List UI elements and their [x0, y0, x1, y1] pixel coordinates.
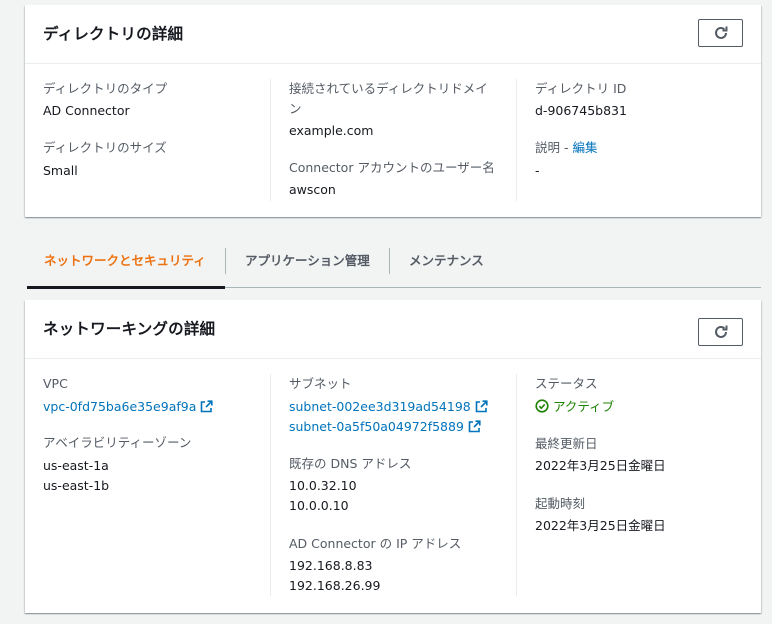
tab-label: メンテナンス — [409, 253, 484, 268]
panel-header: ネットワーキングの詳細 — [25, 300, 761, 359]
refresh-button[interactable] — [698, 19, 743, 47]
dns-address-label: 既存の DNS アドレス — [289, 456, 412, 471]
status-indicator: アクティブ — [535, 397, 614, 417]
subnet-link-text: subnet-0a5f50a04972f5889 — [289, 419, 464, 434]
vpc-link[interactable]: vpc-0fd75ba6e35e9af9a — [43, 397, 213, 417]
connected-domain-label-cont: ン — [289, 101, 302, 116]
ip-address-value: 192.168.26.99 — [289, 578, 381, 593]
connector-account-value: awscon — [289, 182, 336, 197]
directory-size-value: Small — [43, 163, 78, 178]
availability-zone-value: us-east-1a — [43, 458, 109, 473]
subnet-link-text: subnet-002ee3d319ad54198 — [289, 399, 471, 414]
launch-time-value: 2022年3月25日金曜日 — [535, 518, 666, 533]
tab-label: ネットワークとセキュリティ — [44, 253, 206, 268]
subnet-link[interactable]: subnet-0a5f50a04972f5889 — [289, 417, 481, 437]
networking-details-panel: ネットワーキングの詳細 VPC vpc-0fd75ba6e35e9af9a アベ… — [25, 300, 761, 613]
subnet-link[interactable]: subnet-002ee3d319ad54198 — [289, 397, 488, 417]
last-updated-value: 2022年3月25日金曜日 — [535, 458, 666, 473]
column-divider — [516, 79, 517, 201]
tab-bar: ネットワークとセキュリティ アプリケーション管理 メンテナンス — [27, 244, 761, 289]
vpc-link-text: vpc-0fd75ba6e35e9af9a — [43, 399, 197, 414]
column-divider — [270, 79, 271, 201]
directory-details-panel: ディレクトリの詳細 ディレクトリのタイプ AD Connector ディレクトリ… — [25, 5, 761, 217]
connector-account-label: Connector アカウントのユーザー名 — [289, 160, 495, 175]
ip-address-value: 192.168.8.83 — [289, 558, 373, 573]
external-link-icon — [475, 400, 488, 413]
status-label: ステータス — [535, 376, 598, 391]
directory-type-label: ディレクトリのタイプ — [43, 81, 168, 96]
connected-domain-value: example.com — [289, 123, 374, 138]
refresh-icon — [714, 26, 727, 39]
last-updated-label: 最終更新日 — [535, 436, 598, 451]
ip-address-label: AD Connector の IP アドレス — [289, 536, 462, 551]
subnet-label: サブネット — [289, 376, 352, 391]
active-tab-indicator — [27, 286, 225, 289]
dns-address-value: 10.0.32.10 — [289, 478, 357, 493]
status-value: アクティブ — [553, 399, 615, 414]
directory-id-value: d-906745b831 — [535, 103, 627, 118]
description-label: 説明 - 編集 — [535, 138, 597, 158]
refresh-icon — [714, 325, 727, 338]
directory-id-label: ディレクトリ ID — [535, 81, 627, 96]
tab-maintenance[interactable]: メンテナンス — [390, 244, 510, 287]
availability-zone-label: アベイラビリティーゾーン — [43, 435, 192, 450]
directory-size-label: ディレクトリのサイズ — [43, 140, 167, 155]
connected-domain-label: 接続されているディレクトリドメイ — [289, 81, 488, 96]
panel-title: ディレクトリの詳細 — [43, 25, 184, 43]
availability-zone-value: us-east-1b — [43, 478, 110, 493]
vpc-label: VPC — [43, 376, 68, 391]
status-ok-icon — [535, 399, 549, 413]
panel-header: ディレクトリの詳細 — [25, 5, 761, 64]
edit-description-link[interactable]: 編集 — [572, 140, 597, 155]
column-divider — [270, 374, 271, 596]
tab-network-security[interactable]: ネットワークとセキュリティ — [27, 244, 225, 289]
external-link-icon — [201, 400, 213, 413]
dns-address-value: 10.0.0.10 — [289, 498, 349, 513]
description-label-text: 説明 - — [535, 140, 573, 155]
description-value: - — [535, 163, 540, 178]
refresh-button[interactable] — [698, 318, 743, 346]
panel-title: ネットワーキングの詳細 — [43, 320, 216, 338]
directory-type-value: AD Connector — [43, 103, 130, 118]
launch-time-label: 起動時刻 — [535, 496, 586, 511]
external-link-icon — [468, 420, 481, 433]
tab-application-management[interactable]: アプリケーション管理 — [226, 244, 389, 287]
tab-label: アプリケーション管理 — [245, 253, 370, 268]
column-divider — [516, 374, 517, 596]
